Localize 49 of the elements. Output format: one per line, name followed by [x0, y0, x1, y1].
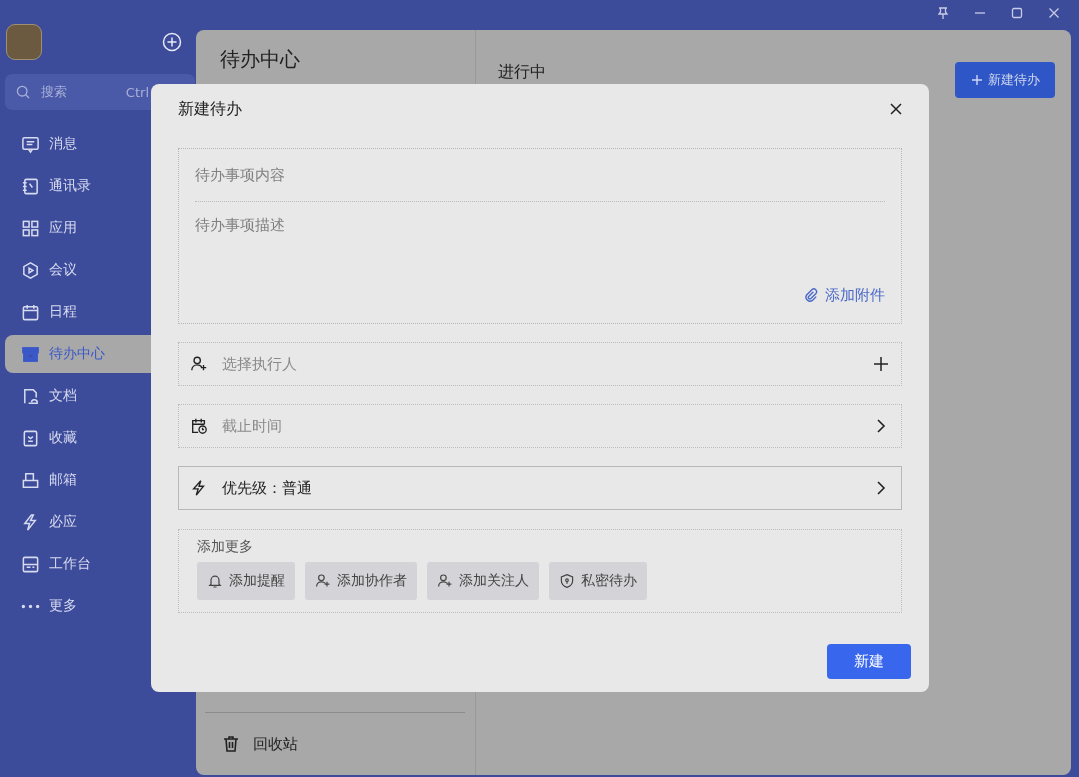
favorites-icon	[21, 428, 40, 448]
option-chip[interactable]: 私密待办	[549, 562, 647, 600]
todo-editor-field[interactable]: 待办事项内容 待办事项描述 添加附件	[178, 148, 902, 324]
meeting-icon	[21, 260, 40, 280]
search-placeholder: 搜索	[41, 83, 68, 101]
create-button[interactable]: 新建	[827, 644, 911, 679]
row-label: 优先级：普通	[222, 478, 313, 498]
add-attachment-link[interactable]: 添加附件	[804, 286, 885, 305]
avatar-photo[interactable]	[6, 24, 42, 60]
paperclip-icon	[804, 288, 819, 303]
row-label: 选择执行人	[222, 354, 298, 374]
content-input[interactable]: 待办事项内容	[195, 149, 885, 202]
bell-icon	[207, 573, 223, 589]
person-plus-icon	[437, 573, 453, 589]
priority-row[interactable]: 优先级：普通	[178, 466, 902, 510]
docs-icon	[21, 386, 40, 406]
new-todo-button[interactable]: 新建待办	[955, 62, 1055, 98]
shortcut-hint: Ctrl	[125, 84, 149, 100]
plus-icon	[970, 74, 983, 86]
shield-icon	[559, 573, 575, 589]
option-chip[interactable]: 添加协作者	[305, 562, 417, 600]
add-circle-icon[interactable]	[162, 32, 182, 52]
maximize-icon[interactable]	[1010, 6, 1024, 20]
person-plus-icon	[190, 355, 208, 373]
message-icon	[21, 134, 40, 154]
row-label: 截止时间	[222, 416, 283, 436]
option-chip[interactable]: 添加提醒	[197, 562, 295, 600]
calendar-clock-icon	[190, 417, 208, 435]
dots-icon	[21, 603, 40, 609]
section-label: 添加更多	[197, 538, 254, 556]
plus-icon[interactable]	[873, 356, 889, 372]
search-icon	[15, 84, 31, 100]
description-input[interactable]: 待办事项描述	[195, 216, 885, 276]
trash-icon	[221, 734, 241, 754]
calendar-icon	[21, 302, 40, 322]
option-chip[interactable]: 添加关注人	[427, 562, 539, 600]
person-plus-icon	[315, 573, 331, 589]
apps-icon	[21, 218, 40, 238]
panel-title: 待办中心	[220, 46, 301, 73]
nav-item[interactable]: 工作台	[5, 545, 196, 583]
close-icon[interactable]	[889, 102, 903, 116]
workbench-icon	[21, 554, 40, 574]
todo-icon	[21, 344, 40, 364]
pin-icon[interactable]	[936, 6, 950, 20]
tab-title[interactable]: 进行中	[498, 62, 546, 83]
nav-item[interactable]: 更多	[5, 587, 196, 625]
contacts-icon	[21, 176, 40, 196]
mail-icon	[21, 470, 40, 490]
trash-item[interactable]: 回收站	[205, 712, 465, 775]
